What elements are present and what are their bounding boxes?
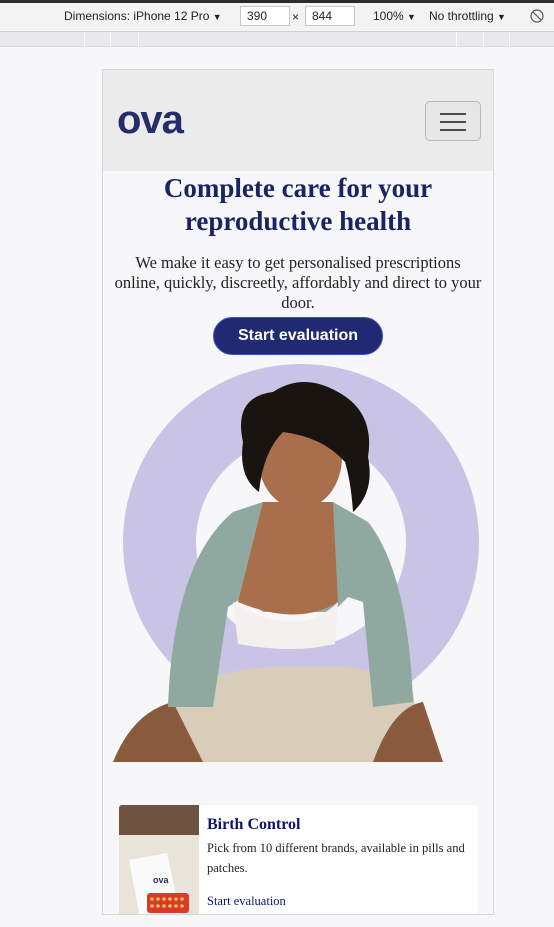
hamburger-bar xyxy=(440,113,466,115)
throttling-label: No throttling xyxy=(429,9,494,23)
hamburger-bar xyxy=(440,129,466,131)
zoom-dropdown[interactable]: 100% ▼ xyxy=(373,9,416,23)
ruler-tick xyxy=(509,32,510,47)
ruler-tick xyxy=(483,32,484,47)
width-input[interactable] xyxy=(240,6,290,26)
ruler-tick xyxy=(456,32,457,47)
ruler-tick xyxy=(138,32,139,47)
card-title: Birth Control xyxy=(207,816,301,833)
hamburger-bar xyxy=(440,121,466,123)
times-icon: × xyxy=(292,10,300,24)
throttling-dropdown[interactable]: No throttling ▼ xyxy=(429,9,506,23)
ova-logo[interactable]: ova xyxy=(117,98,184,143)
toolbar-top-border xyxy=(0,0,554,3)
rotate-icon[interactable] xyxy=(530,9,544,23)
hero-image xyxy=(113,364,479,762)
hero-subtitle: We make it easy to get personalised pres… xyxy=(114,253,482,312)
devtools-toolbar: Dimensions: iPhone 12 Pro ▼ × 100% ▼ No … xyxy=(0,0,554,32)
card-start-evaluation-link[interactable]: Start evaluation xyxy=(207,894,286,909)
device-dimensions-dropdown[interactable]: Dimensions: iPhone 12 Pro ▼ xyxy=(64,9,222,23)
media-query-ruler[interactable] xyxy=(0,32,554,47)
card-description: Pick from 10 different brands, available… xyxy=(207,841,465,875)
chevron-down-icon: ▼ xyxy=(407,12,416,22)
card-image: ova xyxy=(119,805,199,914)
ruler-tick xyxy=(110,32,111,47)
card-package-logo: ova xyxy=(153,875,170,885)
device-viewport: ova Complete care for your reproductive … xyxy=(102,69,494,915)
birth-control-card[interactable]: ova Birth Control Pick from 10 different… xyxy=(119,805,477,914)
ruler-tick xyxy=(84,32,85,47)
start-evaluation-button[interactable]: Start evaluation xyxy=(213,317,383,355)
chevron-down-icon: ▼ xyxy=(497,12,506,22)
height-input[interactable] xyxy=(305,6,355,26)
device-dimensions-label: Dimensions: iPhone 12 Pro xyxy=(64,9,210,23)
chevron-down-icon: ▼ xyxy=(212,12,222,22)
hero-title: Complete care for your reproductive heal… xyxy=(163,173,433,236)
menu-toggle-button[interactable] xyxy=(425,101,481,141)
zoom-label: 100% xyxy=(373,9,404,23)
site-navbar: ova xyxy=(103,70,493,171)
